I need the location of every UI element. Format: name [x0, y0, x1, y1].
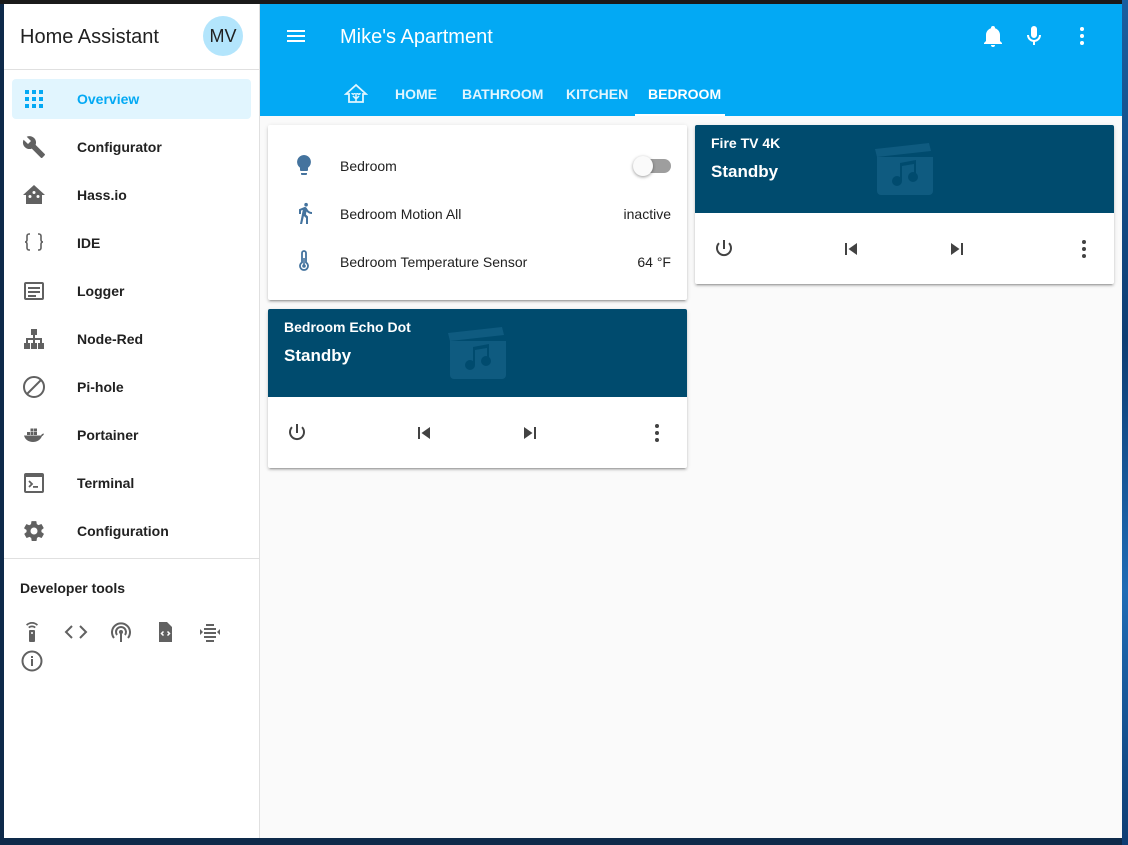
sidebar-item-logger[interactable]: Logger	[12, 271, 251, 311]
tab-label: HOME	[395, 86, 437, 102]
sidebar-item-label: IDE	[77, 235, 101, 251]
entity-name: Bedroom Motion All	[340, 206, 462, 222]
sidebar-nav: Overview Configurator Hass.io IDE Logger…	[4, 70, 259, 559]
media-player-name: Fire TV 4K	[711, 135, 781, 151]
app-window: Home Assistant MV Overview Configurator	[4, 4, 1122, 838]
app-header: Mike's Apartment HOME BATHROOM KITCHEN B…	[260, 4, 1122, 116]
tab-label: KITCHEN	[566, 86, 629, 102]
grid-icon	[25, 90, 43, 108]
tab-kitchen[interactable]: KITCHEN	[552, 68, 632, 116]
sidebar-item-label: Configurator	[77, 139, 162, 155]
entity-state: 64 °F	[637, 254, 671, 270]
tab-bedroom[interactable]: BEDROOM	[635, 68, 725, 116]
toggle-thumb	[633, 156, 653, 176]
code-braces-icon	[24, 233, 44, 251]
format-list-icon[interactable]	[198, 620, 222, 644]
sidebar-item-configuration[interactable]: Configuration	[12, 511, 251, 551]
sidebar-item-configurator[interactable]: Configurator	[12, 127, 251, 167]
tab-home[interactable]: HOME	[380, 68, 454, 116]
sidebar-item-label: Node-Red	[77, 331, 144, 347]
entity-state: inactive	[623, 206, 671, 222]
media-player-card-fire-tv: Fire TV 4K Standby	[695, 125, 1114, 284]
tab-home-icon[interactable]	[336, 68, 376, 116]
sidebar-item-terminal[interactable]: Terminal	[12, 463, 251, 503]
movie-music-icon	[448, 327, 506, 379]
microphone-icon[interactable]	[1022, 24, 1046, 48]
entities-card: Bedroom Bedroom Motion All inactive Bedr…	[268, 125, 687, 300]
more-vertical-icon[interactable]	[1070, 24, 1094, 48]
media-player-header: Fire TV 4K Standby	[695, 125, 1114, 213]
entity-row-bedroom-motion[interactable]: Bedroom Motion All inactive	[268, 193, 687, 233]
entity-row-bedroom-temperature[interactable]: Bedroom Temperature Sensor 64 °F	[268, 241, 687, 281]
entity-name: Bedroom Temperature Sensor	[340, 254, 528, 270]
block-icon	[23, 376, 45, 398]
developer-tools-title: Developer tools	[20, 580, 126, 596]
page-title: Mike's Apartment	[340, 26, 493, 48]
sidebar-item-label: Overview	[77, 91, 140, 107]
entity-name: Bedroom	[340, 158, 397, 174]
more-vertical-icon[interactable]	[1072, 237, 1096, 261]
tab-bathroom[interactable]: BATHROOM	[448, 68, 548, 116]
tab-label: BEDROOM	[648, 86, 722, 102]
sidebar-item-ide[interactable]: IDE	[12, 223, 251, 263]
wrench-icon	[22, 136, 45, 158]
sidebar-item-label: Hass.io	[77, 187, 127, 203]
text-box-icon	[24, 282, 44, 300]
information-icon[interactable]	[20, 649, 44, 673]
walk-icon	[299, 202, 312, 224]
sidebar-item-node-red[interactable]: Node-Red	[12, 319, 251, 359]
movie-music-icon	[875, 143, 933, 195]
sidebar-item-label: Pi-hole	[77, 379, 124, 395]
sidebar-item-portainer[interactable]: Portainer	[12, 415, 251, 455]
sidebar: Home Assistant MV Overview Configurator	[4, 4, 260, 838]
more-vertical-icon[interactable]	[645, 421, 669, 445]
skip-previous-icon[interactable]	[412, 421, 436, 445]
sitemap-icon	[24, 329, 44, 349]
menu-icon[interactable]	[284, 24, 308, 48]
sidebar-item-label: Configuration	[77, 523, 169, 539]
desktop-background-strip	[1122, 0, 1128, 845]
home-assistant-icon	[23, 185, 45, 204]
skip-previous-icon[interactable]	[839, 237, 863, 261]
media-player-card-echo-dot: Bedroom Echo Dot Standby	[268, 309, 687, 468]
access-point-icon[interactable]	[109, 620, 133, 644]
media-player-state: Standby	[711, 162, 779, 181]
sidebar-item-hassio[interactable]: Hass.io	[12, 175, 251, 215]
power-icon[interactable]	[712, 237, 736, 261]
home-assistant-icon	[344, 83, 368, 103]
console-icon	[24, 473, 44, 493]
bell-icon[interactable]	[981, 24, 1005, 48]
sidebar-item-label: Terminal	[77, 475, 135, 491]
media-player-header: Bedroom Echo Dot Standby	[268, 309, 687, 397]
sidebar-item-label: Logger	[77, 283, 125, 299]
sidebar-item-pi-hole[interactable]: Pi-hole	[12, 367, 251, 407]
code-tags-icon[interactable]	[64, 620, 88, 644]
skip-next-icon[interactable]	[945, 237, 969, 261]
sidebar-item-overview[interactable]: Overview	[12, 79, 251, 119]
docker-icon	[24, 428, 44, 442]
gear-icon	[24, 521, 44, 541]
sidebar-header: Home Assistant MV	[4, 4, 259, 70]
sidebar-item-label: Portainer	[77, 427, 139, 443]
entity-row-bedroom-light[interactable]: Bedroom	[268, 145, 687, 185]
media-player-name: Bedroom Echo Dot	[284, 319, 411, 335]
power-icon[interactable]	[285, 421, 309, 445]
developer-tools	[20, 620, 259, 678]
thermometer-icon	[299, 250, 309, 271]
sidebar-divider	[4, 558, 259, 559]
sidebar-title: Home Assistant	[20, 26, 159, 48]
file-xml-icon[interactable]	[153, 620, 177, 644]
skip-next-icon[interactable]	[518, 421, 542, 445]
lightbulb-icon	[297, 155, 311, 175]
light-toggle-switch[interactable]	[633, 156, 671, 176]
active-tab-indicator	[635, 114, 725, 116]
media-player-state: Standby	[284, 346, 352, 365]
user-avatar[interactable]: MV	[203, 16, 243, 56]
tab-label: BATHROOM	[462, 86, 544, 102]
remote-icon[interactable]	[20, 620, 44, 644]
